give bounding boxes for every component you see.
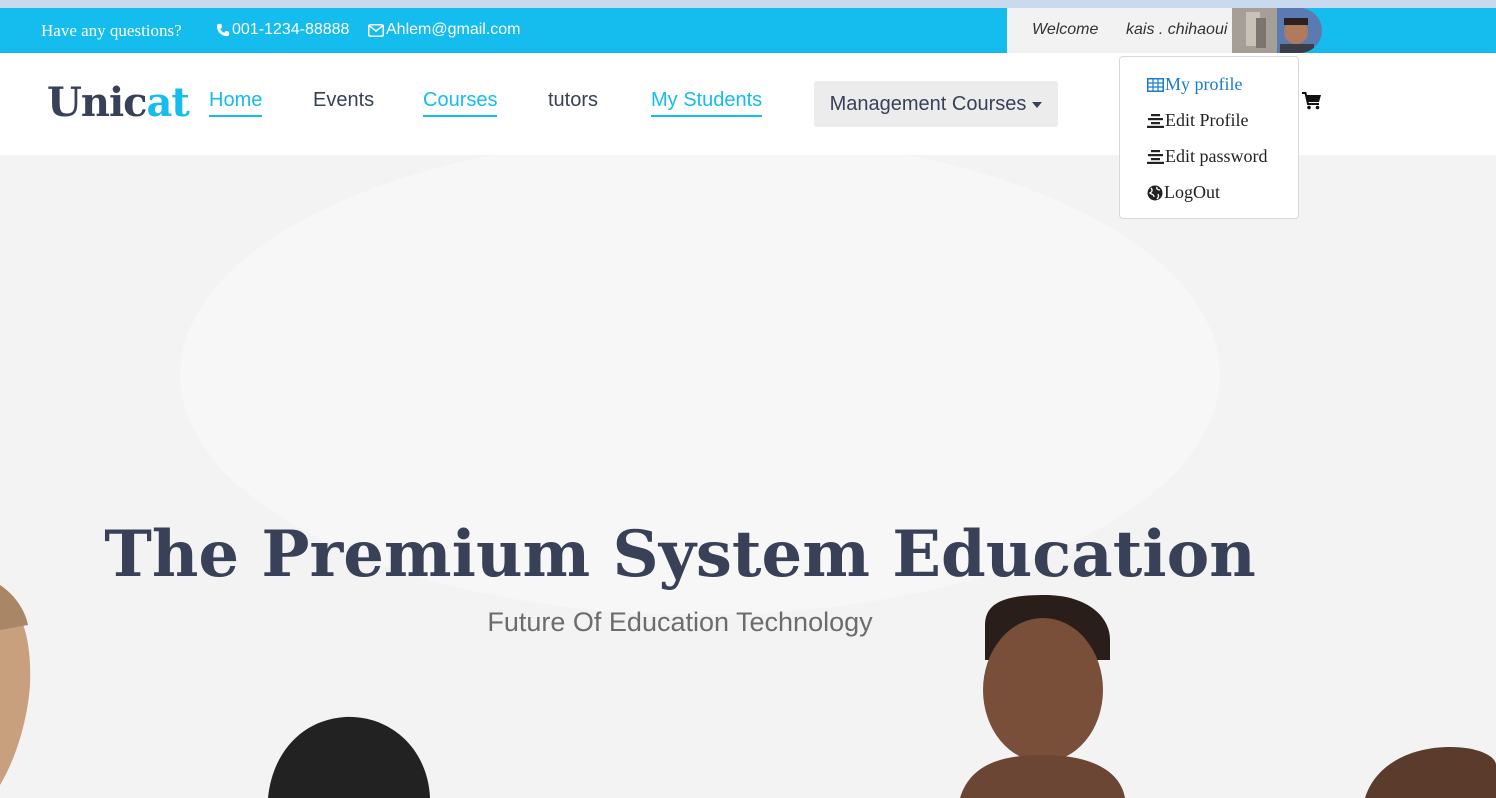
align-center-icon	[1147, 149, 1164, 164]
user-avatar[interactable]	[1232, 8, 1322, 53]
menu-item-edit-profile[interactable]: Edit Profile	[1147, 110, 1249, 131]
phone-number: 001-1234-88888	[232, 21, 350, 38]
welcome-label: Welcome	[1032, 21, 1099, 38]
phone-contact[interactable]: 001-1234-88888	[216, 21, 349, 39]
site-logo[interactable]: Unicat	[47, 79, 190, 126]
management-courses-dropdown[interactable]: Management Courses	[814, 81, 1058, 127]
questions-text: Have any questions?	[41, 21, 182, 40]
hero-people-image	[0, 155, 1496, 798]
envelope-icon	[368, 23, 384, 37]
user-menu-toggle[interactable]: Welcome kais . chihaoui	[1007, 8, 1232, 53]
caret-down-icon	[1032, 102, 1043, 108]
globe-icon	[1147, 185, 1163, 200]
align-center-icon	[1147, 113, 1164, 128]
email-contact[interactable]: Ahlem@gmail.com	[368, 21, 521, 39]
topbar: Have any questions? 001-1234-88888 Ahlem…	[0, 8, 1496, 53]
nav-courses[interactable]: Courses	[423, 89, 498, 117]
username-label: kais . chihaoui	[1126, 21, 1228, 38]
nav-events[interactable]: Events	[313, 89, 374, 115]
hero-subtitle: Future Of Education Technology	[487, 607, 873, 637]
menu-item-logout[interactable]: LogOut	[1147, 182, 1220, 203]
nav-home[interactable]: Home	[209, 89, 263, 117]
management-courses-label: Management Courses	[829, 92, 1027, 115]
menu-item-edit-password[interactable]: Edit password	[1147, 146, 1268, 167]
user-dropdown-menu: My profile Edit Profile Edit password Lo…	[1119, 56, 1299, 219]
email-address: Ahlem@gmail.com	[386, 21, 521, 38]
hero-banner: The Premium System Education Future Of E…	[0, 155, 1496, 798]
shopping-cart-icon[interactable]	[1302, 92, 1322, 110]
nav-my-students[interactable]: My Students	[651, 89, 763, 117]
table-icon	[1147, 77, 1164, 92]
nav-tutors[interactable]: tutors	[548, 89, 598, 115]
hero-title: The Premium System Education	[104, 517, 1256, 592]
window-top-strip	[0, 0, 1496, 8]
phone-icon	[216, 23, 230, 37]
menu-item-my-profile[interactable]: My profile	[1147, 74, 1242, 95]
